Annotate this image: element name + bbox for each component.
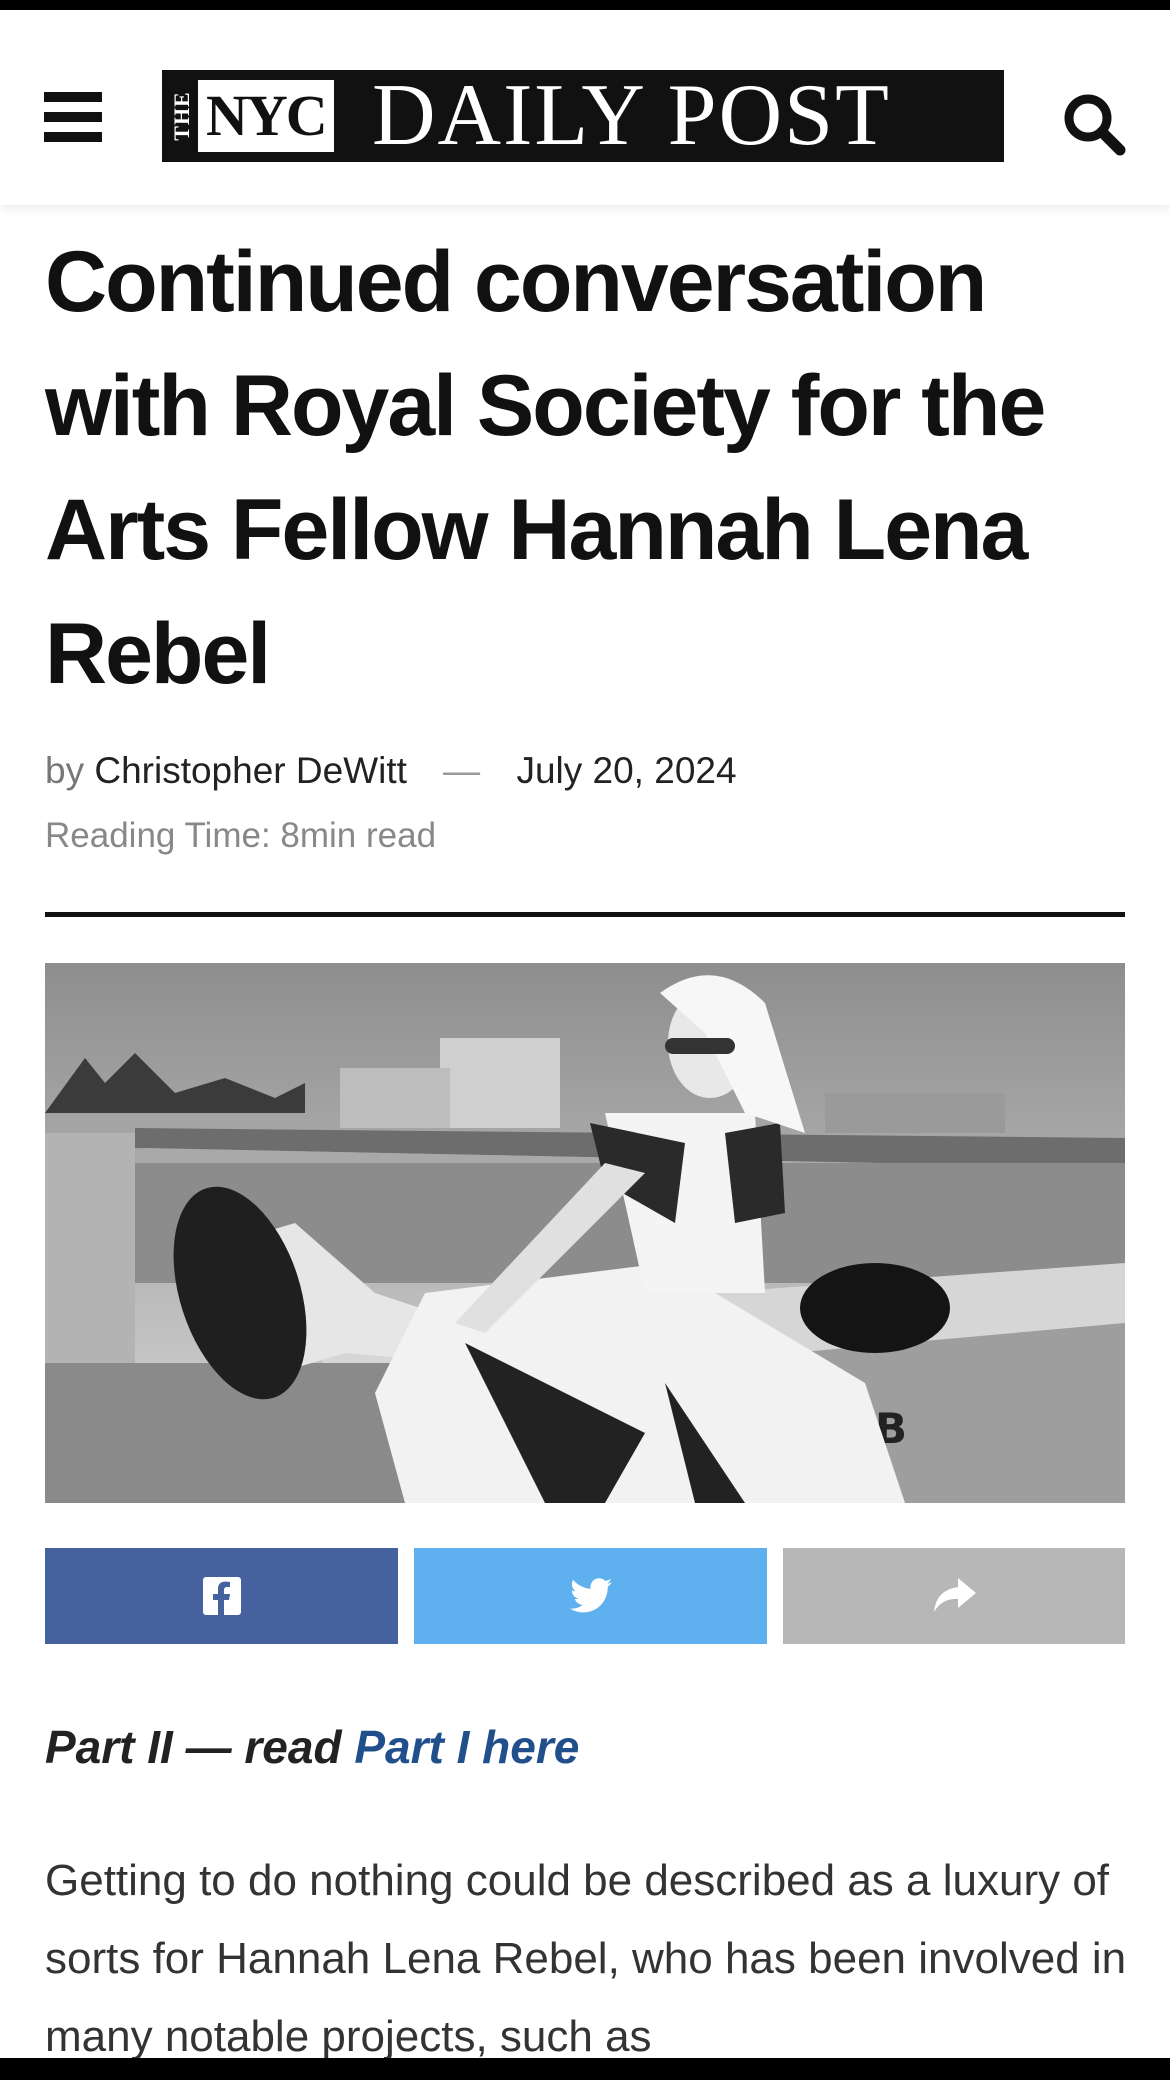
publish-date: July 20, 2024 bbox=[516, 750, 737, 791]
divider bbox=[45, 912, 1125, 917]
article-byline: by Christopher DeWitt — July 20, 2024 bbox=[45, 750, 737, 792]
share-facebook-button[interactable] bbox=[45, 1548, 398, 1644]
search-icon[interactable] bbox=[1062, 92, 1126, 156]
series-note-prefix: Part II — read bbox=[45, 1721, 355, 1773]
article-body-paragraph: Getting to do nothing could be described… bbox=[45, 1856, 1127, 2061]
share-arrow-icon bbox=[934, 1578, 976, 1612]
hamburger-menu-icon[interactable] bbox=[44, 92, 102, 142]
hero-photo-illustration: КОВ bbox=[45, 963, 1125, 1503]
byline-prefix: by bbox=[45, 750, 85, 791]
logo-main-text: DAILY POST bbox=[372, 70, 891, 162]
share-more-button[interactable] bbox=[783, 1548, 1125, 1644]
site-header: THE NYC DAILY POST bbox=[0, 10, 1170, 205]
hero-image: КОВ bbox=[45, 963, 1125, 1503]
article-title: Continued conversation with Royal Societ… bbox=[45, 234, 1046, 702]
share-twitter-button[interactable] bbox=[414, 1548, 767, 1644]
facebook-icon bbox=[202, 1577, 241, 1615]
author-link[interactable]: Christopher DeWitt bbox=[94, 750, 407, 791]
part-one-link[interactable]: Part I here bbox=[354, 1721, 579, 1773]
article-page: THE NYC DAILY POST Continued conversatio… bbox=[0, 10, 1170, 2070]
byline-separator: — bbox=[443, 750, 481, 791]
logo-nyc-text: NYC bbox=[198, 80, 334, 152]
reading-time: Reading Time: 8min read bbox=[45, 816, 437, 855]
twitter-icon bbox=[569, 1578, 612, 1613]
logo-the-text: THE bbox=[169, 91, 194, 141]
bottom-edge bbox=[0, 2058, 1170, 2070]
series-note: Part II — read Part I here bbox=[45, 1720, 579, 1774]
site-logo[interactable]: THE NYC DAILY POST bbox=[162, 70, 1004, 162]
